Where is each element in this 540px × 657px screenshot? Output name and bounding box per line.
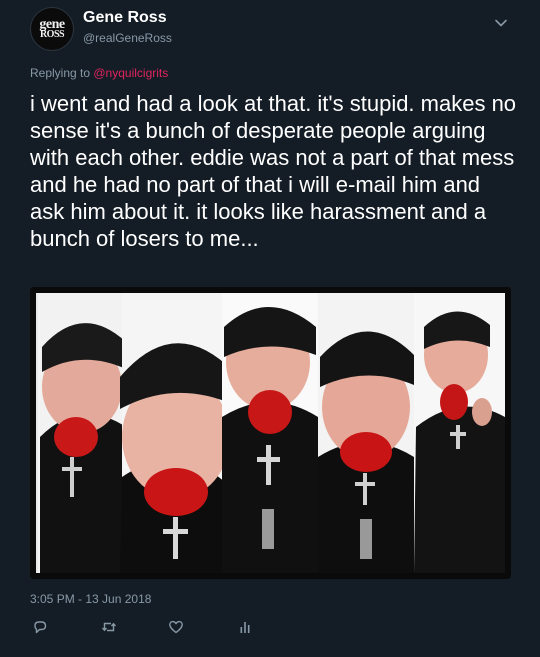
analytics-icon[interactable]: [237, 619, 253, 635]
chevron-down-icon[interactable]: [494, 16, 508, 30]
mention-link[interactable]: @nyquilcigrits: [93, 66, 168, 80]
reply-icon[interactable]: [32, 619, 48, 635]
avatar-logo: gene ROSS: [31, 8, 73, 50]
like-icon[interactable]: [168, 619, 184, 635]
display-name[interactable]: Gene Ross: [83, 9, 167, 27]
collage-panel-2: [120, 293, 234, 573]
collage-panel-1: [38, 293, 128, 573]
collage-panel-3: [222, 293, 318, 573]
tweet-card: gene ROSS Gene Ross @realGeneRoss Replyi…: [0, 0, 540, 657]
tweet-text: i went and had a look at that. it's stup…: [30, 91, 517, 251]
avatar[interactable]: gene ROSS: [30, 7, 74, 51]
retweet-icon[interactable]: [101, 619, 117, 635]
replying-to: Replying to @nyquilcigrits: [30, 66, 168, 80]
collage-panel-4: [318, 293, 414, 573]
action-bar: [0, 615, 540, 643]
photo-collage: [30, 287, 511, 579]
user-handle[interactable]: @realGeneRoss: [83, 31, 172, 45]
replying-to-label: Replying to: [30, 66, 94, 80]
tweet-media-photo[interactable]: [30, 287, 511, 579]
tweet-timestamp[interactable]: 3:05 PM - 13 Jun 2018: [30, 592, 151, 606]
collage-panel-5: [414, 293, 505, 573]
avatar-logo-line2: ROSS: [39, 28, 65, 40]
